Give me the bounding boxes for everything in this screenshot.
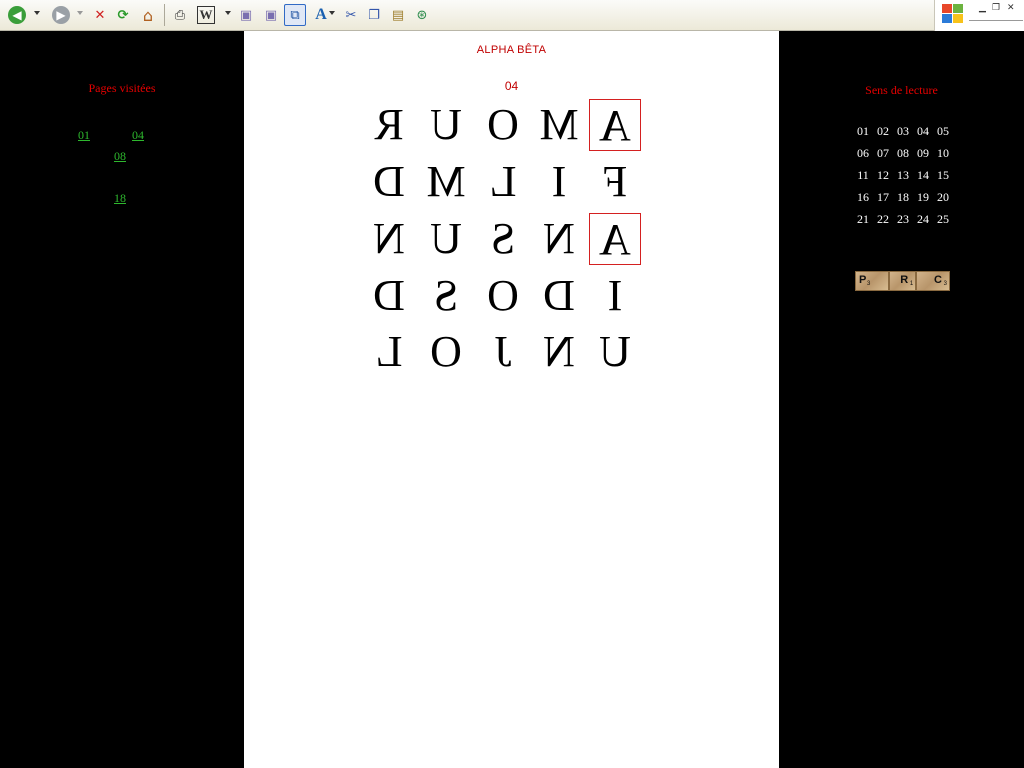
visited-link-18[interactable]: 18 (114, 191, 126, 206)
grid-cell[interactable]: S (420, 269, 472, 321)
minimize-icon[interactable]: ▁ (979, 3, 986, 13)
reading-number[interactable]: 05 (933, 124, 953, 139)
windows-flag-icon (942, 4, 964, 24)
stop-icon[interactable]: ✕ (89, 4, 111, 26)
sync-icon[interactable]: ⊛ (411, 4, 433, 26)
print-icon[interactable]: ⎙ (169, 4, 191, 26)
visited-link-01[interactable]: 01 (78, 128, 90, 143)
reading-number[interactable]: 04 (913, 124, 933, 139)
cut-icon[interactable]: ✂ (340, 4, 362, 26)
grid-cell[interactable]: N (363, 212, 415, 264)
home-icon[interactable]: ⌂ (137, 4, 159, 26)
reading-number[interactable]: 22 (873, 212, 893, 227)
grid-cell[interactable]: F (589, 155, 641, 207)
grid-cell[interactable]: L (477, 155, 529, 207)
grid-cell[interactable]: N (533, 325, 585, 377)
package-delete-icon[interactable]: ▣ (260, 4, 282, 26)
reading-number[interactable]: 25 (933, 212, 953, 227)
grid-cell[interactable]: U (420, 212, 472, 264)
reading-number[interactable]: 11 (853, 168, 873, 183)
grid-cell[interactable]: U (420, 98, 472, 150)
reading-number[interactable]: 18 (893, 190, 913, 205)
fullscreen-icon[interactable]: ⧉ (284, 4, 306, 26)
back-dropdown-icon[interactable] (34, 11, 40, 15)
grid-cell-highlighted[interactable]: A (589, 99, 641, 151)
grid-cell[interactable]: N (533, 212, 585, 264)
close-icon[interactable]: ✕ (1007, 3, 1015, 13)
scrabble-tiles-logo[interactable]: P 3 R 1 C 3 (855, 271, 950, 291)
font-dropdown-icon[interactable] (329, 11, 335, 15)
browser-toolbar: ◀ ▶ ✕ ⟳ ⌂ ⎙ W ▣ ▣ ⧉ A ✂ ❐ ▤ ⊛ ▁ ❐ ✕ (0, 0, 1024, 31)
grid-cell[interactable]: M (533, 98, 585, 150)
reading-number[interactable]: 01 (853, 124, 873, 139)
reading-number[interactable]: 06 (853, 146, 873, 161)
font-icon[interactable]: A (310, 4, 332, 26)
tile-letter: C (934, 274, 942, 286)
grid-cell[interactable]: M (420, 155, 472, 207)
page-number: 04 (504, 79, 519, 93)
package-icon[interactable]: ▣ (235, 4, 257, 26)
grid-cell[interactable]: O (420, 325, 472, 377)
reading-number[interactable]: 23 (893, 212, 913, 227)
reading-number[interactable]: 19 (913, 190, 933, 205)
grid-cell[interactable]: R (363, 98, 415, 150)
reading-number[interactable]: 09 (913, 146, 933, 161)
reading-number[interactable]: 20 (933, 190, 953, 205)
grid-cell[interactable]: D (533, 269, 585, 321)
reading-number[interactable]: 13 (893, 168, 913, 183)
reading-number[interactable]: 16 (853, 190, 873, 205)
refresh-icon[interactable]: ⟳ (112, 4, 134, 26)
toolbar-separator (164, 4, 165, 26)
reading-number[interactable]: 12 (873, 168, 893, 183)
grid-cell[interactable]: D (363, 155, 415, 207)
forward-dropdown-icon[interactable] (77, 11, 83, 15)
tile-c: C 3 (916, 271, 950, 291)
reading-number[interactable]: 14 (913, 168, 933, 183)
grid-cell[interactable]: O (477, 98, 529, 150)
tile-letter: P (859, 274, 867, 286)
reading-number[interactable]: 21 (853, 212, 873, 227)
restore-icon[interactable]: ❐ (992, 3, 1000, 13)
grid-cell[interactable]: L (363, 325, 415, 377)
grid-cell[interactable]: U (589, 325, 641, 377)
tile-score: 3 (943, 281, 947, 287)
visited-pages-title: Pages visitées (88, 81, 156, 95)
reading-number[interactable]: 03 (893, 124, 913, 139)
puzzle-panel: ALPHA BÊTA 04 R U O M A D M L I F N U S … (244, 31, 779, 768)
visited-link-04[interactable]: 04 (132, 128, 144, 143)
back-icon[interactable]: ◀ (8, 6, 26, 24)
reading-number[interactable]: 10 (933, 146, 953, 161)
tile-score: 3 (867, 281, 871, 287)
reading-number[interactable]: 15 (933, 168, 953, 183)
visited-link-08[interactable]: 08 (114, 149, 126, 164)
tile-p: P 3 (855, 271, 889, 291)
grid-cell[interactable]: I (533, 155, 585, 207)
forward-icon[interactable]: ▶ (52, 6, 70, 24)
tile-letter: R (900, 274, 909, 286)
reading-number[interactable]: 07 (873, 146, 893, 161)
reading-number[interactable]: 08 (893, 146, 913, 161)
grid-cell[interactable]: O (477, 269, 529, 321)
grid-cell[interactable]: D (363, 269, 415, 321)
progress-line (969, 20, 1023, 21)
grid-cell[interactable]: J (477, 325, 529, 377)
reading-number[interactable]: 24 (913, 212, 933, 227)
reading-direction-title: Sens de lecture (865, 83, 938, 97)
tile-score: 1 (909, 281, 914, 287)
grid-cell[interactable]: I (589, 269, 641, 321)
reading-number[interactable]: 02 (873, 124, 893, 139)
tile-r: R 1 (888, 271, 917, 291)
grid-cell-highlighted[interactable]: A (589, 213, 641, 265)
word-dropdown-icon[interactable] (225, 11, 231, 15)
reading-number[interactable]: 17 (873, 190, 893, 205)
copy-icon[interactable]: ❐ (363, 4, 385, 26)
paste-icon[interactable]: ▤ (387, 4, 409, 26)
page-title: ALPHA BÊTA (476, 44, 547, 56)
grid-cell[interactable]: S (477, 212, 529, 264)
windows-logo-area: ▁ ❐ ✕ (934, 0, 1024, 31)
word-icon[interactable]: W (197, 6, 215, 24)
